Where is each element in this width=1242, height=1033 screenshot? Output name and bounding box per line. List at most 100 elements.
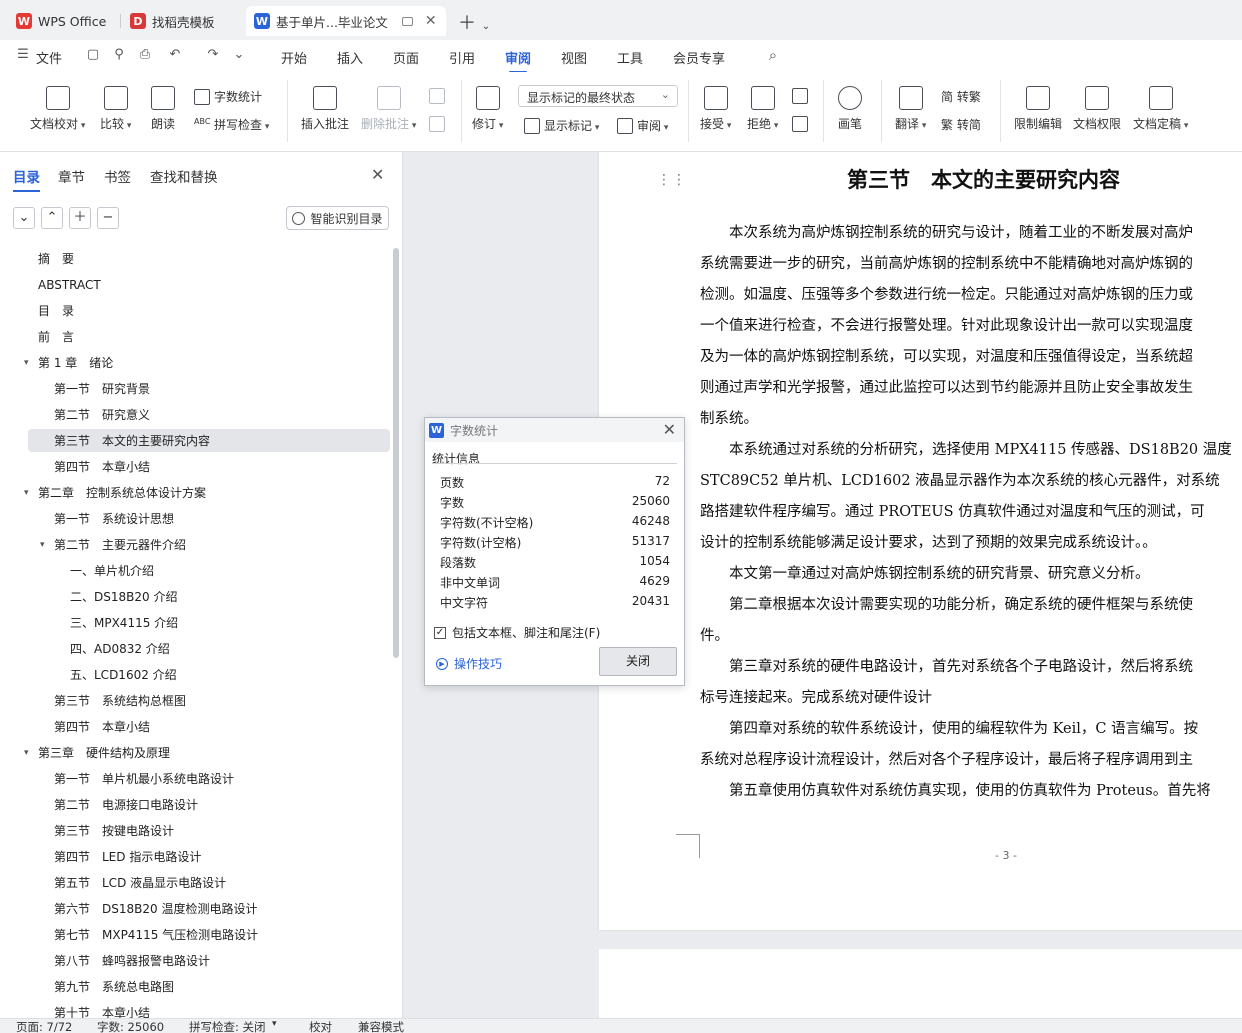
status-words[interactable]: 字数: 25060 bbox=[97, 1019, 164, 1033]
drag-handle-icon[interactable]: ⋮⋮ bbox=[657, 172, 687, 188]
menu-member[interactable]: 会员专享 bbox=[673, 48, 725, 67]
doc-text-line[interactable]: STC89C52 单片机、LCD1602 液晶显示器作为本次系统的核心元器件，对… bbox=[700, 466, 1220, 497]
toc-item[interactable]: 二、DS18B20 介绍 bbox=[0, 584, 395, 610]
toc-item[interactable]: 第七节 MXP4115 气压检测电路设计 bbox=[0, 922, 395, 948]
toc-item[interactable]: 目 录 bbox=[0, 298, 395, 324]
doc-text-line[interactable]: 本系统通过对系统的分析研究，选择使用 MPX4115 传感器、DS18B20 温… bbox=[700, 435, 1232, 466]
menu-tools[interactable]: 工具 bbox=[617, 48, 643, 67]
show-markup-button[interactable]: 显示标记 bbox=[524, 117, 599, 134]
insert-comment-button[interactable]: 插入批注 bbox=[301, 86, 349, 132]
expand-down-button[interactable]: ⌄ bbox=[13, 207, 35, 229]
next-page[interactable] bbox=[599, 949, 1242, 1018]
nav-tab-chapters[interactable]: 章节 bbox=[58, 166, 85, 186]
menu-review[interactable]: 审阅 bbox=[505, 48, 531, 73]
doc-text-line[interactable]: 本次系统为高炉炼钢控制系统的研究与设计，随着工业的不断发展对高炉 bbox=[700, 218, 1193, 249]
doc-text-line[interactable]: 检测。如温度、压强等多个参数进行统一检定。只能通过对高炉炼钢的压力或 bbox=[700, 280, 1193, 311]
doc-text-line[interactable]: 系统需要进一步的研究，当前高炉炼钢的控制系统中不能精确地对高炉炼钢的 bbox=[700, 249, 1193, 280]
redo-icon[interactable]: ↷ bbox=[206, 48, 220, 62]
toc-item[interactable]: 第一节 系统设计思想 bbox=[0, 506, 395, 532]
dialog-close-icon[interactable]: ✕ bbox=[663, 420, 676, 439]
close-tab-icon[interactable]: ✕ bbox=[425, 13, 437, 29]
nav-tab-toc[interactable]: 目录 bbox=[13, 166, 40, 192]
toc-item[interactable]: ▾ 第二章 控制系统总体设计方案 bbox=[0, 480, 395, 506]
chevron-down-icon[interactable]: ▾ bbox=[40, 532, 45, 558]
doc-finalize-button[interactable]: 文档定稿 bbox=[1133, 86, 1188, 132]
toc-item[interactable]: 第三节 本文的主要研究内容 bbox=[0, 428, 395, 454]
toc-item[interactable]: 四、AD0832 介绍 bbox=[0, 636, 395, 662]
menu-insert[interactable]: 插入 bbox=[337, 48, 363, 67]
include-textbox-checkbox[interactable]: ✓ 包括文本框、脚注和尾注(F) bbox=[434, 624, 600, 641]
toc-item[interactable]: 第四节 本章小结 bbox=[0, 454, 395, 480]
dialog-titlebar[interactable]: W 字数统计 ✕ bbox=[425, 418, 684, 442]
save-icon[interactable]: ▢ bbox=[86, 48, 100, 62]
doc-text-line[interactable]: 第四章对系统的软件系统设计，使用的编程软件为 Keil，C 语言编写。按 bbox=[700, 714, 1198, 745]
status-proof[interactable]: 校对 bbox=[309, 1019, 332, 1033]
tab-docer-templates[interactable]: D 找稻壳模板 bbox=[122, 6, 240, 36]
doc-text-line[interactable]: 标号连接起来。完成系统对硬件设计 bbox=[700, 683, 932, 714]
tab-wps-office[interactable]: W WPS Office bbox=[8, 6, 118, 36]
doc-text-line[interactable]: 一个值来进行检查，不会进行报警处理。针对此现象设计出一款可以实现温度 bbox=[700, 311, 1193, 342]
compare-button[interactable]: 比较 bbox=[100, 86, 131, 132]
chevron-down-icon[interactable]: ▾ bbox=[24, 740, 29, 766]
doc-text-line[interactable]: 第三章对系统的硬件电路设计，首先对系统各个子电路设计，然后将系统 bbox=[700, 652, 1193, 683]
toc-item[interactable]: 三、MPX4115 介绍 bbox=[0, 610, 395, 636]
toc-item[interactable]: 第六节 DS18B20 温度检测电路设计 bbox=[0, 896, 395, 922]
nav-scrollbar[interactable] bbox=[393, 248, 399, 658]
smart-toc-button[interactable]: 智能识别目录 bbox=[286, 206, 389, 230]
hamburger-icon[interactable]: ☰ bbox=[16, 48, 30, 62]
tips-link[interactable]: ▶ 操作技巧 bbox=[436, 655, 502, 672]
toc-item[interactable]: 第三节 按键电路设计 bbox=[0, 818, 395, 844]
toc-item[interactable]: ABSTRACT bbox=[0, 272, 395, 298]
toc-item[interactable]: 第一节 研究背景 bbox=[0, 376, 395, 402]
undo-icon[interactable]: ↶ bbox=[168, 48, 182, 62]
revise-button[interactable]: 修订 bbox=[472, 86, 503, 132]
doc-text-line[interactable]: 第五章使用仿真软件对系统仿真实现，使用的仿真软件为 Proteus。首先将 bbox=[700, 776, 1211, 807]
doc-text-line[interactable]: 设计的控制系统能够满足设计要求，达到了预期的效果完成系统设计。。 bbox=[700, 528, 1157, 559]
doc-text-line[interactable]: 制系统。 bbox=[700, 404, 758, 435]
doc-text-line[interactable]: 系统对总程序设计流程设计，然后对各个子程序设计，最后将子程序调用到主 bbox=[700, 745, 1193, 776]
dialog-close-button[interactable]: 关闭 bbox=[599, 647, 677, 676]
toc-item[interactable]: 第三节 系统结构总框图 bbox=[0, 688, 395, 714]
markup-state-select[interactable]: 显示标记的最终状态 ⌄ bbox=[518, 85, 678, 107]
doc-check-button[interactable]: 文档校对 bbox=[30, 86, 85, 132]
toc-item[interactable]: 第九节 系统总电路图 bbox=[0, 974, 395, 1000]
nav-tab-find-replace[interactable]: 查找和替换 bbox=[150, 166, 218, 186]
status-spell[interactable]: 拼写检查: 关闭 bbox=[189, 1019, 266, 1033]
remove-heading-button[interactable]: − bbox=[97, 207, 119, 229]
menu-reference[interactable]: 引用 bbox=[449, 48, 475, 67]
delete-comment-button[interactable]: 删除批注 bbox=[361, 86, 416, 132]
more-dropdown-icon[interactable]: ⌄ bbox=[232, 48, 246, 62]
doc-permission-button[interactable]: 文档权限 bbox=[1073, 86, 1121, 132]
toc-item[interactable]: 前 言 bbox=[0, 324, 395, 350]
to-traditional-button[interactable]: 简 转繁 bbox=[941, 88, 981, 105]
menu-page[interactable]: 页面 bbox=[393, 48, 419, 67]
toc-item[interactable]: 五、LCD1602 介绍 bbox=[0, 662, 395, 688]
doc-text-line[interactable]: 本文第一章通过对高炉炼钢控制系统的研究背景、研究意义分析。 bbox=[700, 559, 1150, 590]
doc-text-line[interactable]: 件。 bbox=[700, 621, 729, 652]
menu-view[interactable]: 视图 bbox=[561, 48, 587, 67]
chevron-down-icon[interactable]: ▾ bbox=[24, 350, 29, 376]
prev-comment-button[interactable] bbox=[429, 88, 449, 104]
document-page[interactable]: ⋮⋮ 第三节 本文的主要研究内容 本次系统为高炉炼钢控制系统的研究与设计，随着工… bbox=[599, 152, 1242, 930]
toc-item[interactable]: 第十节 本章小结 bbox=[0, 1000, 395, 1018]
to-simplified-button[interactable]: 繁 转简 bbox=[941, 116, 981, 133]
new-tab-button[interactable]: ＋ ⌄ bbox=[458, 9, 490, 35]
pen-button[interactable]: 画笔 bbox=[838, 86, 862, 132]
reject-button[interactable]: 拒绝 bbox=[747, 86, 778, 132]
review-pane-button[interactable]: 审阅 bbox=[617, 117, 668, 134]
next-comment-button[interactable] bbox=[429, 116, 449, 132]
toc-item[interactable]: ▾ 第 1 章 绪论 bbox=[0, 350, 395, 376]
menu-file[interactable]: 文件 bbox=[36, 48, 62, 67]
tab-thesis-document[interactable]: W 基于单片...毕业论文 ✕ bbox=[246, 6, 446, 36]
spell-check-button[interactable]: ABC 拼写检查 bbox=[194, 116, 269, 133]
toc-item[interactable]: ▾ 第二节 主要元器件介绍 bbox=[0, 532, 395, 558]
word-count-button[interactable]: 字数统计 bbox=[194, 88, 262, 105]
doc-text-line[interactable]: 第二章根据本次设计需要实现的功能分析，确定系统的硬件框架与系统使 bbox=[700, 590, 1193, 621]
toc-item[interactable]: ▾ 第三章 硬件结构及原理 bbox=[0, 740, 395, 766]
doc-text-line[interactable]: 则通过声学和光学报警，通过此监控可以达到节约能源并且防止安全事故发生 bbox=[700, 373, 1193, 404]
doc-text-line[interactable]: 及为一体的高炉炼钢控制系统，可以实现，对温度和压强值得设定，当系统超 bbox=[700, 342, 1193, 373]
toc-item[interactable]: 第八节 蜂鸣器报警电路设计 bbox=[0, 948, 395, 974]
toc-item[interactable]: 第四节 本章小结 bbox=[0, 714, 395, 740]
toc-item[interactable]: 一、单片机介绍 bbox=[0, 558, 395, 584]
toc-item[interactable]: 摘 要 bbox=[0, 246, 395, 272]
